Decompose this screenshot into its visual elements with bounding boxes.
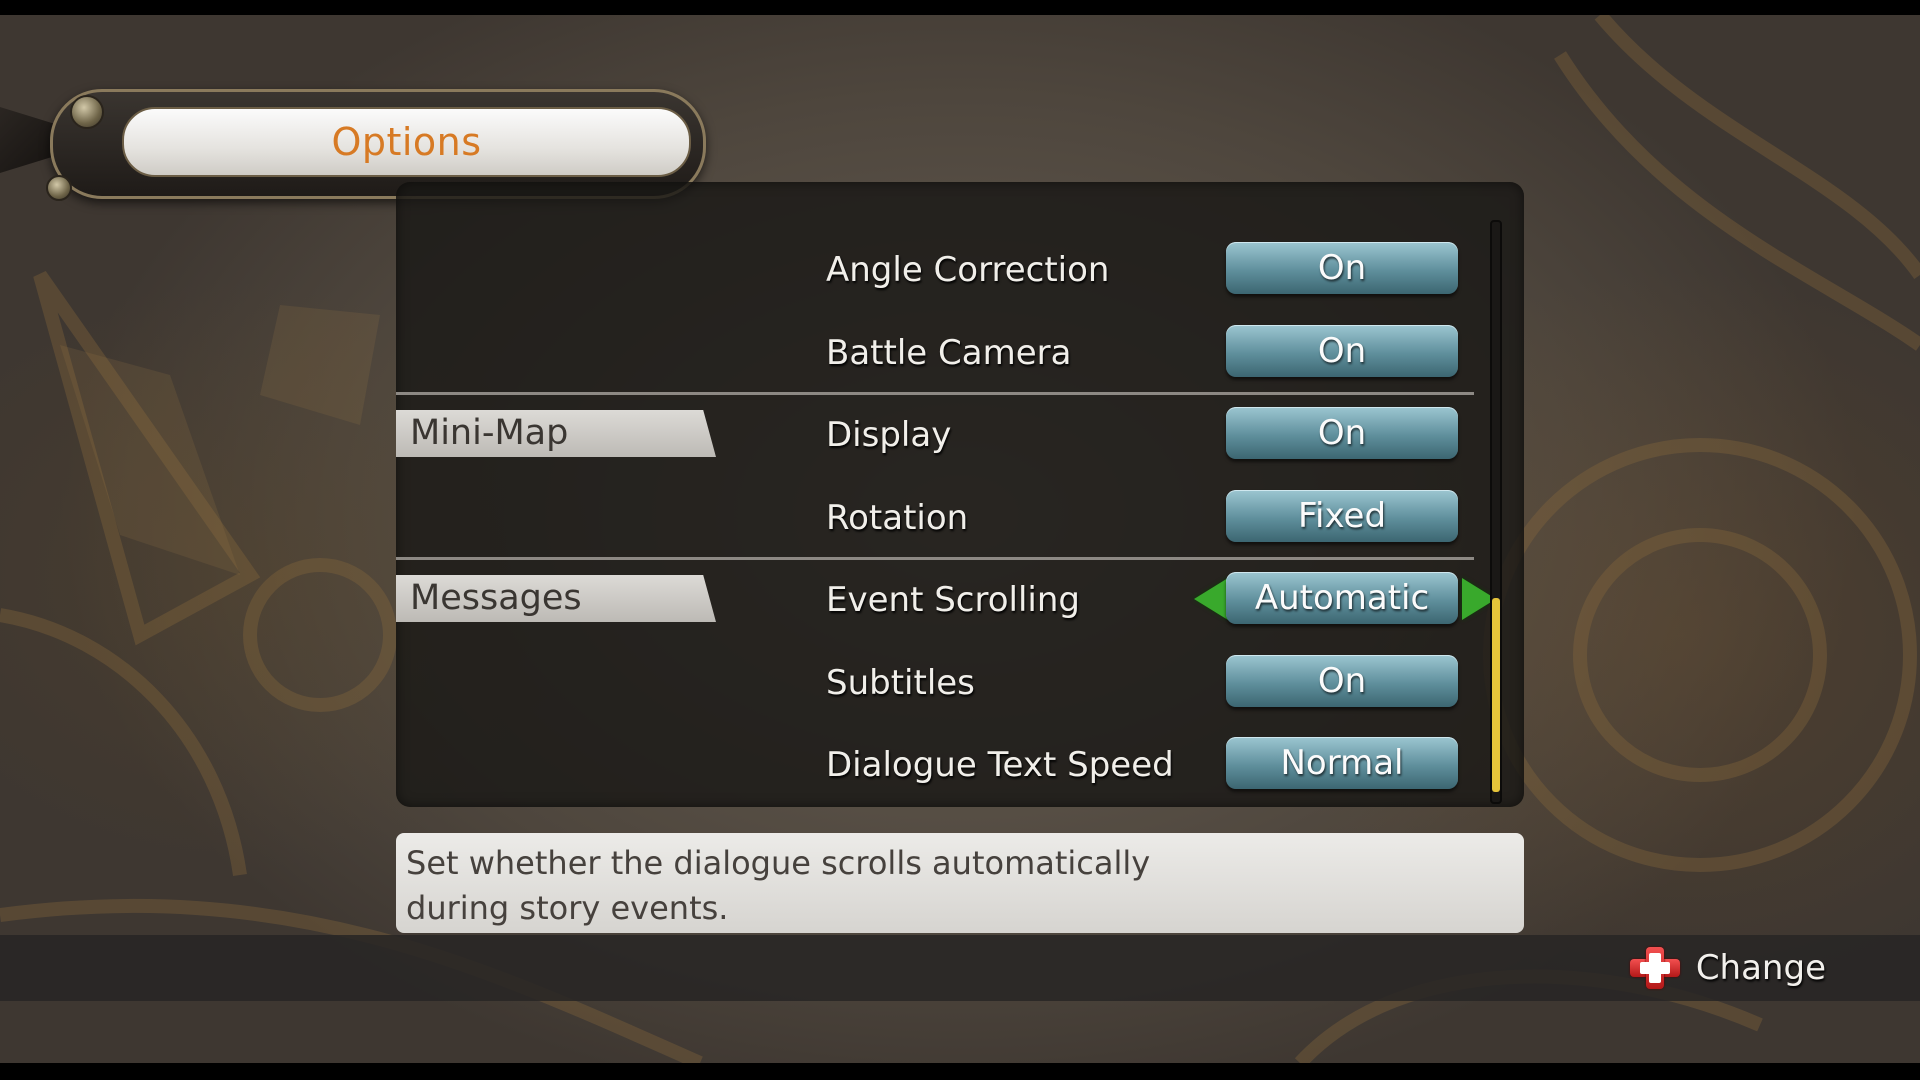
option-value-button[interactable]: On — [1226, 242, 1458, 294]
option-value-button[interactable]: On — [1226, 407, 1458, 459]
arrow-left-icon[interactable] — [1194, 578, 1228, 620]
section-divider — [396, 392, 1474, 395]
option-label: Angle Correction — [826, 250, 1110, 290]
option-row-angle-correction[interactable]: Angle Correction On — [826, 242, 1476, 302]
page-title: Options — [331, 120, 482, 164]
option-label: Display — [826, 415, 952, 455]
title-pill: Options — [122, 107, 691, 177]
game-screen: Options Mini-Map Messages Angle Correcti… — [0, 15, 1920, 1063]
section-tab-minimap: Mini-Map — [396, 410, 716, 457]
option-row-battle-camera[interactable]: Battle Camera On — [826, 325, 1476, 385]
rivet-icon — [70, 95, 104, 129]
option-row-dialogue-text-speed[interactable]: Dialogue Text Speed Normal — [826, 737, 1476, 797]
scrollbar[interactable] — [1490, 220, 1502, 804]
option-label: Dialogue Text Speed — [826, 745, 1174, 785]
option-row-subtitles[interactable]: Subtitles On — [826, 655, 1476, 715]
options-panel: Mini-Map Messages Angle Correction On Ba… — [396, 182, 1524, 807]
section-tab-messages: Messages — [396, 575, 716, 622]
option-value-button[interactable]: Automatic — [1226, 572, 1458, 624]
option-value-button[interactable]: Fixed — [1226, 490, 1458, 542]
change-hint: Change — [1626, 945, 1826, 991]
change-hint-label: Change — [1695, 948, 1826, 988]
description-line: Set whether the dialogue scrolls automat… — [406, 844, 1151, 882]
option-value-button[interactable]: On — [1226, 655, 1458, 707]
option-value-button[interactable]: On — [1226, 325, 1458, 377]
option-row-minimap-rotation[interactable]: Rotation Fixed — [826, 490, 1476, 550]
option-label: Rotation — [826, 498, 969, 538]
button-hint-bar: Change — [0, 935, 1920, 1001]
option-value-button[interactable]: Normal — [1226, 737, 1458, 789]
option-row-event-scrolling[interactable]: Event Scrolling Automatic — [826, 572, 1496, 632]
option-label: Event Scrolling — [826, 580, 1080, 620]
rivet-icon — [46, 175, 72, 201]
section-divider — [396, 557, 1474, 560]
description-box: Set whether the dialogue scrolls automat… — [396, 833, 1524, 933]
scrollbar-thumb[interactable] — [1492, 598, 1500, 792]
description-line: during story events. — [406, 889, 729, 927]
dpad-icon — [1626, 945, 1684, 991]
option-label: Subtitles — [826, 663, 975, 703]
option-row-minimap-display[interactable]: Display On — [826, 407, 1476, 467]
option-label: Battle Camera — [826, 333, 1072, 373]
